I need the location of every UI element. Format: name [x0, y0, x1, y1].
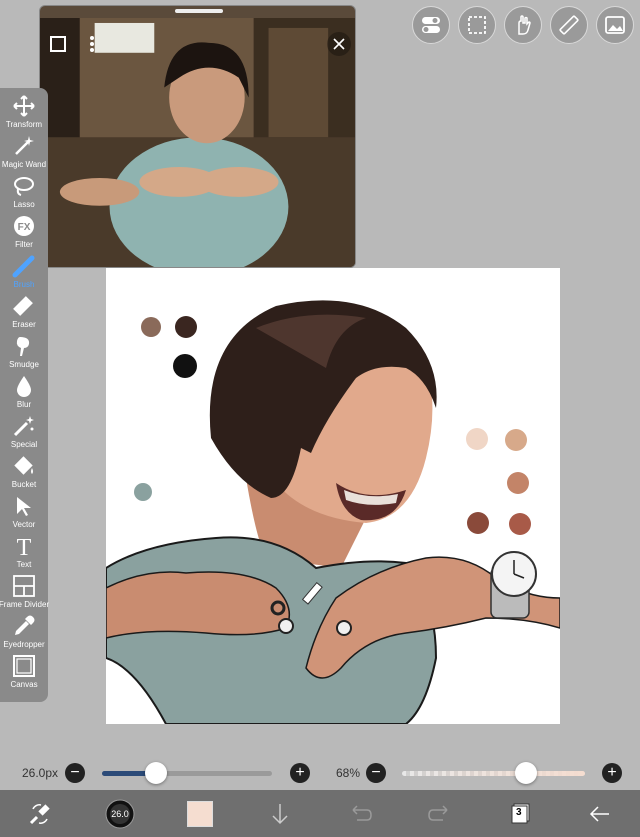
toggle-icon — [422, 17, 440, 33]
layer-count: 3 — [516, 806, 522, 818]
tool-frame-divider[interactable]: Frame Divider — [0, 574, 50, 614]
lasso-icon — [14, 177, 34, 196]
arrow-down-icon — [272, 803, 288, 824]
eyedropper-icon — [15, 615, 35, 635]
brush-size-badge: 26.0 — [111, 808, 129, 819]
reference-menu-button[interactable] — [80, 32, 104, 56]
brush-settings-bar: 26.0px − + 68% − + — [0, 757, 640, 789]
reference-mode-button[interactable] — [46, 32, 70, 56]
reference-close-button[interactable] — [327, 32, 351, 56]
move-icon — [13, 95, 35, 117]
tool-eyedropper[interactable]: Eyedropper — [0, 614, 48, 654]
svg-text:T: T — [17, 535, 32, 558]
brush-opacity-decrease-button[interactable]: − — [366, 763, 386, 783]
vector-icon — [17, 497, 31, 516]
tool-label: Filter — [15, 240, 33, 249]
drawing-canvas[interactable] — [106, 268, 560, 724]
artwork — [106, 300, 560, 724]
brush-size-value: 26.0px — [22, 766, 59, 780]
tool-label: Bucket — [11, 480, 37, 489]
more-vertical-icon — [90, 36, 94, 52]
reference-window-handle[interactable] — [175, 9, 223, 13]
image-button[interactable] — [596, 6, 634, 44]
tool-smudge[interactable]: Smudge — [0, 334, 48, 374]
brush-opacity-knob[interactable] — [515, 762, 538, 784]
tool-eraser[interactable]: Eraser — [0, 294, 48, 334]
tool-lasso[interactable]: Lasso — [0, 174, 48, 214]
square-icon — [50, 36, 66, 52]
brush-preset-button[interactable]: 26.0 — [100, 794, 140, 834]
settings-toggle-button[interactable] — [412, 6, 450, 44]
tool-vector[interactable]: Vector — [0, 494, 48, 534]
tool-label: Eyedropper — [3, 640, 45, 649]
brush-size-decrease-button[interactable]: − — [65, 763, 85, 783]
tool-bucket[interactable]: Bucket — [0, 454, 48, 494]
undo-icon — [352, 804, 372, 821]
tool-label: Magic Wand — [1, 160, 47, 169]
tool-label: Vector — [12, 520, 36, 529]
eraser-icon — [13, 296, 33, 316]
tool-label: Eraser — [12, 320, 36, 329]
ruler-icon — [559, 15, 579, 35]
layers-button[interactable]: 3 — [500, 794, 540, 834]
redo-icon — [428, 804, 448, 821]
tool-special[interactable]: Special — [0, 414, 48, 454]
left-toolbar: Transform Magic Wand Lasso FX Filter Bru… — [0, 88, 50, 702]
reference-window[interactable] — [39, 5, 356, 268]
image-icon — [605, 16, 625, 34]
brush-opacity-gradient — [402, 771, 585, 776]
brush-opacity-value: 68% — [336, 766, 361, 780]
selection-icon — [468, 16, 486, 34]
fx-icon: FX — [14, 216, 34, 236]
tool-transform[interactable]: Transform — [0, 94, 48, 134]
text-icon: T — [17, 535, 32, 558]
smudge-icon — [16, 337, 30, 356]
brush-size-increase-button[interactable]: + — [290, 763, 310, 783]
canvas-icon — [13, 655, 35, 677]
brush-eraser-swap-icon — [29, 803, 50, 824]
back-button[interactable] — [580, 794, 620, 834]
ruler-button[interactable] — [550, 6, 588, 44]
save-button[interactable] — [260, 794, 300, 834]
tool-label: Special — [10, 440, 38, 449]
tool-label: Frame Divider — [0, 600, 50, 609]
tool-label: Text — [16, 560, 32, 569]
tool-label: Smudge — [9, 360, 39, 369]
tool-label: Canvas — [10, 680, 38, 689]
top-toolbar — [412, 6, 634, 44]
bottom-toolbar: 26.0 3 — [0, 790, 640, 837]
special-icon — [13, 416, 34, 437]
tool-magic-wand[interactable]: Magic Wand — [0, 134, 48, 174]
color-picker-button[interactable] — [180, 794, 220, 834]
frame-divider-icon — [13, 575, 35, 597]
magic-wand-icon — [15, 136, 34, 155]
brush-icon — [12, 255, 35, 278]
blur-icon — [17, 376, 31, 397]
tool-text[interactable]: T Text — [0, 534, 48, 574]
brush-opacity-increase-button[interactable]: + — [602, 763, 622, 783]
current-color-swatch — [187, 800, 213, 827]
gesture-button[interactable] — [504, 6, 542, 44]
tool-label: Blur — [16, 400, 32, 409]
selection-button[interactable] — [458, 6, 496, 44]
quick-switch-button[interactable] — [20, 794, 60, 834]
tool-label: Transform — [5, 120, 43, 129]
tool-filter[interactable]: FX Filter — [0, 214, 48, 254]
hand-icon — [518, 15, 531, 35]
redo-button[interactable] — [420, 794, 460, 834]
tool-brush[interactable]: Brush — [0, 254, 48, 294]
tool-canvas[interactable]: Canvas — [0, 654, 48, 694]
tool-label: Brush — [13, 280, 35, 289]
tool-blur[interactable]: Blur — [0, 374, 48, 414]
bucket-icon — [14, 456, 33, 475]
brush-size-knob[interactable] — [145, 762, 168, 784]
undo-button[interactable] — [340, 794, 380, 834]
arrow-left-icon — [589, 805, 609, 822]
svg-text:FX: FX — [18, 222, 31, 233]
close-icon — [333, 38, 345, 50]
tool-label: Lasso — [13, 200, 35, 209]
